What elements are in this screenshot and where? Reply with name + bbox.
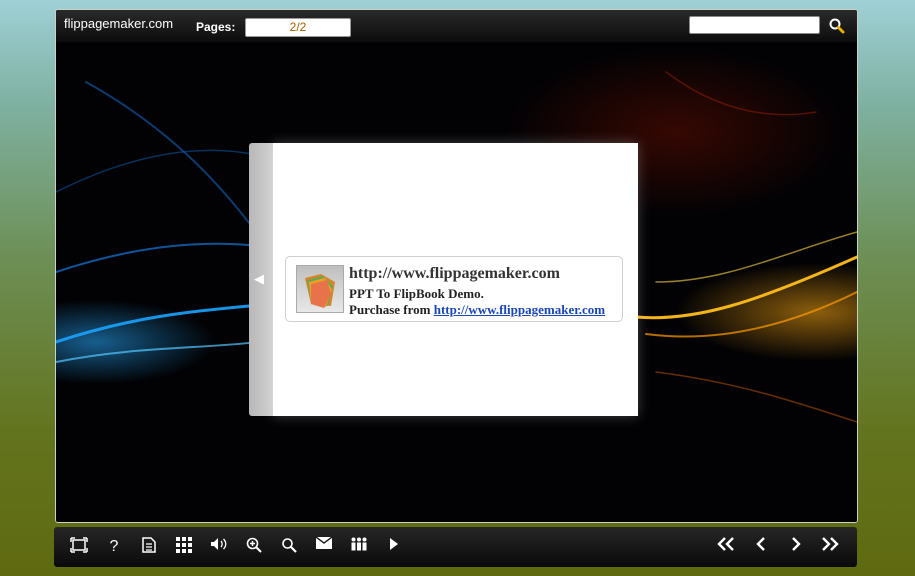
book-page[interactable]: http://www.flippagemaker.com PPT To Flip… [273, 143, 638, 416]
book-spine: ◀ [249, 143, 273, 416]
purchase-link[interactable]: http://www.flippagemaker.com [434, 302, 605, 317]
print-icon[interactable] [139, 537, 159, 557]
promo-card: http://www.flippagemaker.com PPT To Flip… [285, 256, 623, 322]
brand-logo-text[interactable]: flippagemaker.com [64, 16, 173, 31]
thumbnails-icon[interactable] [174, 537, 194, 557]
previous-page-arrow-icon[interactable]: ◀ [254, 271, 264, 287]
help-icon[interactable]: ? [104, 537, 124, 557]
card-purchase-line: Purchase from http://www.flippagemaker.c… [349, 302, 605, 318]
fullscreen-icon[interactable] [69, 537, 89, 557]
email-icon[interactable] [314, 537, 334, 557]
zoom-in-icon[interactable] [244, 537, 264, 557]
card-subtitle: PPT To FlipBook Demo. [349, 286, 484, 301]
search-icon[interactable] [828, 17, 846, 35]
next-page-icon[interactable] [786, 537, 806, 557]
autoplay-icon[interactable] [384, 537, 404, 557]
page-number-input[interactable]: 2/2 [245, 18, 351, 37]
sound-icon[interactable] [209, 537, 229, 557]
top-bar: flippagemaker.com Pages: 2/2 [56, 10, 857, 42]
purchase-prefix: Purchase from [349, 302, 431, 317]
card-title: http://www.flippagemaker.com [349, 265, 560, 282]
search-input[interactable] [689, 16, 820, 34]
pages-label: Pages: [196, 20, 236, 34]
prev-page-icon[interactable] [751, 537, 771, 557]
flipbook: ◀ http://www.flippagemaker.com PPT To Fl… [249, 143, 638, 416]
folder-logo-icon [296, 265, 344, 313]
last-page-icon[interactable] [820, 537, 840, 557]
flipbook-viewer: flippagemaker.com Pages: 2/2 ◀ http://ww… [55, 9, 858, 523]
bottom-toolbar: ? [54, 527, 857, 567]
search-icon[interactable] [279, 537, 299, 557]
share-icon[interactable] [349, 537, 369, 557]
first-page-icon[interactable] [716, 537, 736, 557]
book-stage: ◀ http://www.flippagemaker.com PPT To Fl… [56, 42, 857, 522]
